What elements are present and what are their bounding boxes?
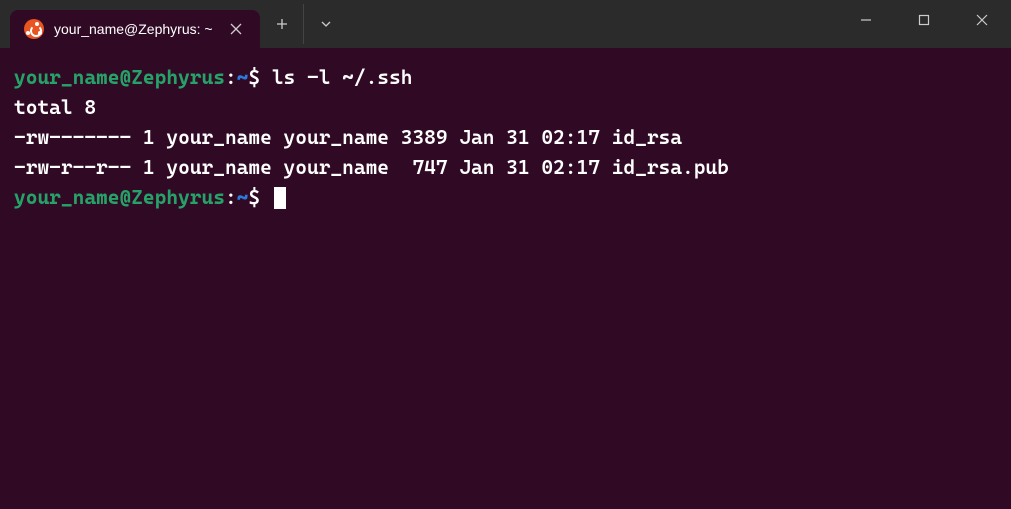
prompt-sep1: : [225,185,237,209]
cursor [274,187,286,209]
prompt-line: your_name@Zephyrus:~$ ls -l ~/.ssh [14,62,997,92]
tab-close-button[interactable] [224,17,248,41]
tab-actions [260,0,348,48]
window-controls [837,0,1011,48]
close-window-button[interactable] [953,0,1011,40]
maximize-button[interactable] [895,0,953,40]
prompt-path: ~ [237,185,249,209]
output-line: total 8 [14,92,997,122]
output-line: -rw------- 1 your_name your_name 3389 Ja… [14,122,997,152]
minimize-button[interactable] [837,0,895,40]
prompt-sep2: $ [248,185,271,209]
command-text: ls -l ~/.ssh [272,65,413,89]
ubuntu-icon [24,19,44,39]
prompt-line: your_name@Zephyrus:~$ [14,182,997,212]
prompt-sep1: : [225,65,237,89]
new-tab-button[interactable] [260,4,304,44]
titlebar: your_name@Zephyrus: ~ [0,0,1011,48]
tab-dropdown-button[interactable] [304,4,348,44]
prompt-user-host: your_name@Zephyrus [14,185,225,209]
output-line: -rw-r--r-- 1 your_name your_name 747 Jan… [14,152,997,182]
prompt-sep2: $ [248,65,271,89]
tab-title: your_name@Zephyrus: ~ [54,21,214,37]
terminal-tab[interactable]: your_name@Zephyrus: ~ [10,10,260,48]
prompt-path: ~ [237,65,249,89]
prompt-user-host: your_name@Zephyrus [14,65,225,89]
terminal-viewport[interactable]: your_name@Zephyrus:~$ ls -l ~/.ssh total… [0,48,1011,226]
